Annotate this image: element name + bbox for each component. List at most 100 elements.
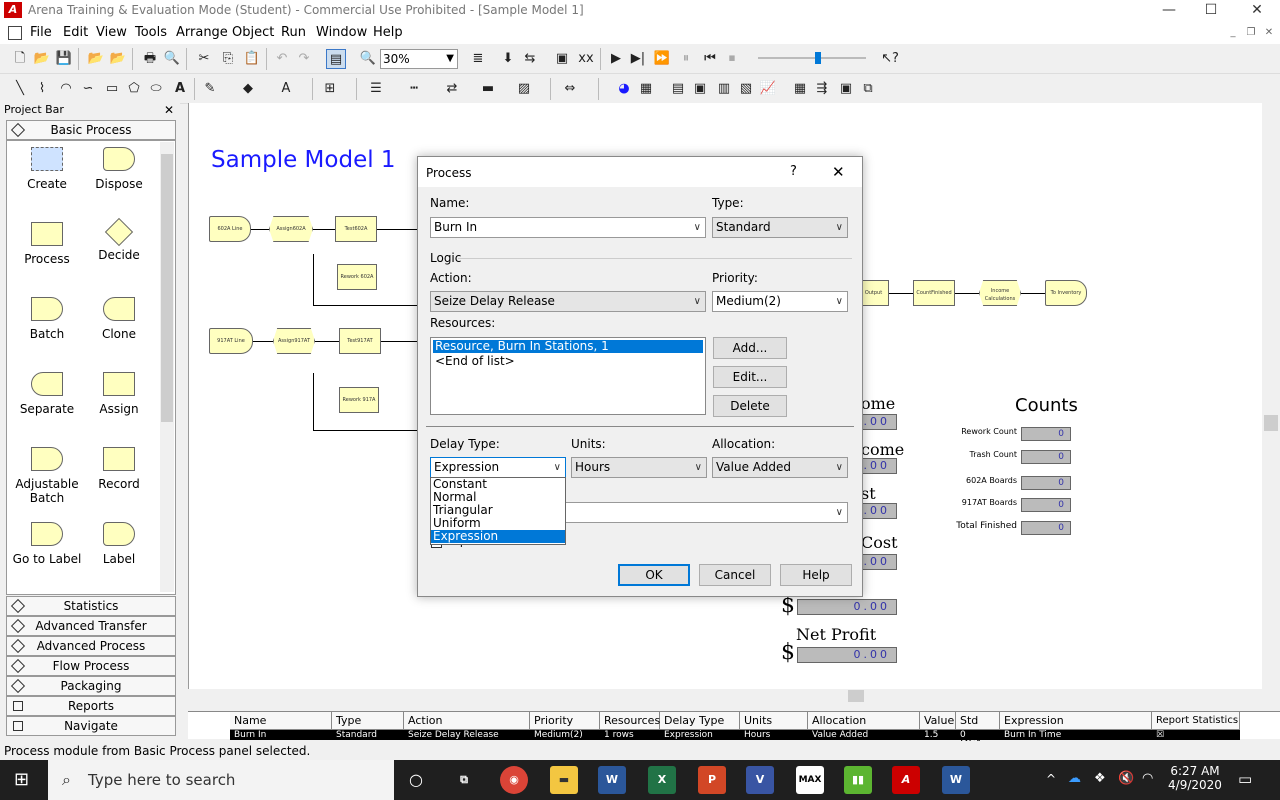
file-explorer-icon[interactable]: ▬ bbox=[550, 766, 578, 794]
close-icon[interactable]: ✕ bbox=[832, 163, 845, 181]
menu-view[interactable]: View bbox=[96, 25, 127, 40]
plot-icon[interactable]: 📈 bbox=[758, 79, 778, 99]
mdi-close-icon[interactable]: ✕ bbox=[1262, 26, 1276, 40]
template-detach-icon[interactable]: 📂 bbox=[108, 49, 128, 69]
help-button[interactable]: Help bbox=[780, 564, 852, 586]
resource-item-selected[interactable]: Resource, Burn In Stations, 1 bbox=[433, 340, 703, 353]
cortana-icon[interactable]: ○ bbox=[402, 766, 430, 794]
node-test917at[interactable]: Test917AT bbox=[339, 328, 381, 354]
resources-list[interactable]: Resource, Burn In Stations, 1 <End of li… bbox=[430, 337, 706, 415]
cell-type[interactable]: Standard bbox=[332, 730, 404, 740]
save-icon[interactable]: 💾 bbox=[54, 49, 74, 69]
mdi-minimize-icon[interactable]: _ bbox=[1226, 26, 1240, 40]
node-to-inventory[interactable]: To Inventory bbox=[1045, 280, 1087, 306]
option-expression[interactable]: Expression bbox=[431, 530, 565, 543]
excel-icon[interactable]: X bbox=[648, 766, 676, 794]
panel-packaging[interactable]: Packaging bbox=[6, 676, 176, 696]
queue-icon[interactable]: ⇶ bbox=[812, 79, 832, 99]
word-icon[interactable]: W bbox=[598, 766, 626, 794]
animation-speed-slider[interactable] bbox=[758, 52, 868, 64]
layers-icon[interactable]: ≣ bbox=[468, 49, 488, 69]
run-go-icon[interactable]: ▶ bbox=[606, 49, 626, 69]
cut-icon[interactable]: ✂ bbox=[194, 49, 214, 69]
visio-icon[interactable]: V bbox=[746, 766, 774, 794]
cancel-button[interactable]: Cancel bbox=[699, 564, 771, 586]
chart-app-icon[interactable]: ▮▮ bbox=[844, 766, 872, 794]
fill-pattern-icon[interactable]: ▨ bbox=[514, 79, 534, 99]
cell-priority[interactable]: Medium(2) bbox=[530, 730, 600, 740]
storage-icon[interactable]: ▣ bbox=[836, 79, 856, 99]
polyline-icon[interactable]: ⌇ bbox=[32, 79, 52, 99]
view-all-icon[interactable]: ▤ bbox=[326, 49, 346, 69]
cell-delay-type[interactable]: Expression bbox=[660, 730, 740, 740]
wifi-icon[interactable]: ◠ bbox=[1142, 771, 1153, 786]
text-icon[interactable]: A bbox=[170, 79, 190, 99]
col-value[interactable]: Value bbox=[920, 712, 956, 730]
taskbar-search[interactable]: ⌕ Type here to search bbox=[48, 760, 394, 800]
bezier-icon[interactable]: ∽ bbox=[78, 79, 98, 99]
max-app-icon[interactable]: MAX bbox=[796, 766, 824, 794]
delay-type-combo[interactable]: Expression ∨ bbox=[430, 457, 566, 478]
polygon-icon[interactable]: ⬠ bbox=[124, 79, 144, 99]
col-action[interactable]: Action bbox=[404, 712, 530, 730]
canvas-horizontal-scrollbar[interactable] bbox=[188, 689, 1262, 703]
col-allocation[interactable]: Allocation bbox=[808, 712, 920, 730]
module-create[interactable]: Create bbox=[7, 147, 87, 191]
undo-icon[interactable]: ↶ bbox=[272, 49, 292, 69]
module-separate[interactable]: Separate bbox=[7, 372, 87, 416]
module-decide[interactable]: Decide bbox=[79, 217, 159, 262]
connect-icon[interactable]: ⇆ bbox=[520, 49, 540, 69]
xx-icon[interactable]: xx bbox=[576, 49, 596, 69]
allocation-combo[interactable]: Value Added ∨ bbox=[712, 457, 848, 478]
arena-taskbar-icon[interactable]: A bbox=[892, 766, 920, 794]
resource-icon[interactable]: ▦ bbox=[790, 79, 810, 99]
name-combo[interactable]: Burn In ∨ bbox=[430, 217, 706, 238]
col-delay-type[interactable]: Delay Type bbox=[660, 712, 740, 730]
minimize-button[interactable]: — bbox=[1146, 0, 1192, 22]
print-icon[interactable]: 🖶 bbox=[140, 49, 160, 69]
maximize-button[interactable]: ☐ bbox=[1188, 0, 1234, 22]
end-icon[interactable]: ⏹ bbox=[722, 49, 742, 69]
menu-arrange[interactable]: Arrange bbox=[176, 25, 228, 40]
col-type[interactable]: Type bbox=[332, 712, 404, 730]
line-icon[interactable]: ╲ bbox=[10, 79, 30, 99]
add-button[interactable]: Add... bbox=[713, 337, 787, 359]
col-report-statistics[interactable]: Report Statistics bbox=[1152, 712, 1240, 730]
cell-std-dev[interactable]: 0 bbox=[956, 730, 1000, 740]
col-std-dev[interactable]: Std Dev bbox=[956, 712, 1000, 745]
edit-button[interactable]: Edit... bbox=[713, 366, 787, 388]
cell-value[interactable]: 1.5 bbox=[920, 730, 956, 740]
ellipse-icon[interactable]: ⬭ bbox=[146, 79, 166, 99]
module-clone[interactable]: Clone bbox=[79, 297, 159, 341]
template-attach-icon[interactable]: 📂 bbox=[86, 49, 106, 69]
bar-chart-icon[interactable]: ▧ bbox=[736, 79, 756, 99]
module-dispose[interactable]: Dispose bbox=[79, 147, 159, 191]
line-style-icon[interactable]: ┅ bbox=[404, 79, 424, 99]
module-go-to-label[interactable]: Go to Label bbox=[7, 522, 87, 566]
new-icon[interactable]: 🗋 bbox=[10, 49, 30, 69]
arc-icon[interactable]: ◠ bbox=[56, 79, 76, 99]
col-units[interactable]: Units bbox=[740, 712, 808, 730]
onedrive-icon[interactable]: ☁ bbox=[1068, 771, 1081, 786]
col-expression[interactable]: Expression bbox=[1000, 712, 1152, 730]
redo-icon[interactable]: ↷ bbox=[294, 49, 314, 69]
clock[interactable]: 6:27 AM 4/9/2020 bbox=[1160, 764, 1230, 792]
animate-icon[interactable]: ▣ bbox=[552, 49, 572, 69]
help-icon[interactable]: ? bbox=[790, 164, 797, 179]
cell-expression[interactable]: Burn In Time bbox=[1000, 730, 1152, 740]
notification-icon[interactable]: ▭ bbox=[1238, 770, 1252, 788]
panel-scrollbar[interactable] bbox=[160, 142, 174, 592]
context-help-icon[interactable]: ↖? bbox=[880, 49, 900, 69]
windows-start-icon[interactable]: ⊞ bbox=[14, 771, 32, 789]
global-icon[interactable]: ⧉ bbox=[858, 79, 878, 99]
chrome-icon[interactable]: ◉ bbox=[500, 766, 528, 794]
col-priority[interactable]: Priority bbox=[530, 712, 600, 730]
print-preview-icon[interactable]: 🔍 bbox=[162, 49, 182, 69]
panel-navigate[interactable]: Navigate bbox=[6, 716, 176, 736]
rectangle-icon[interactable]: ▭ bbox=[102, 79, 122, 99]
module-batch[interactable]: Batch bbox=[7, 297, 87, 341]
panel-reports[interactable]: Reports bbox=[6, 696, 176, 716]
col-resources[interactable]: Resources bbox=[600, 712, 660, 730]
zoom-combo[interactable]: 30% ▼ bbox=[380, 49, 458, 69]
menu-window[interactable]: Window bbox=[316, 25, 367, 40]
